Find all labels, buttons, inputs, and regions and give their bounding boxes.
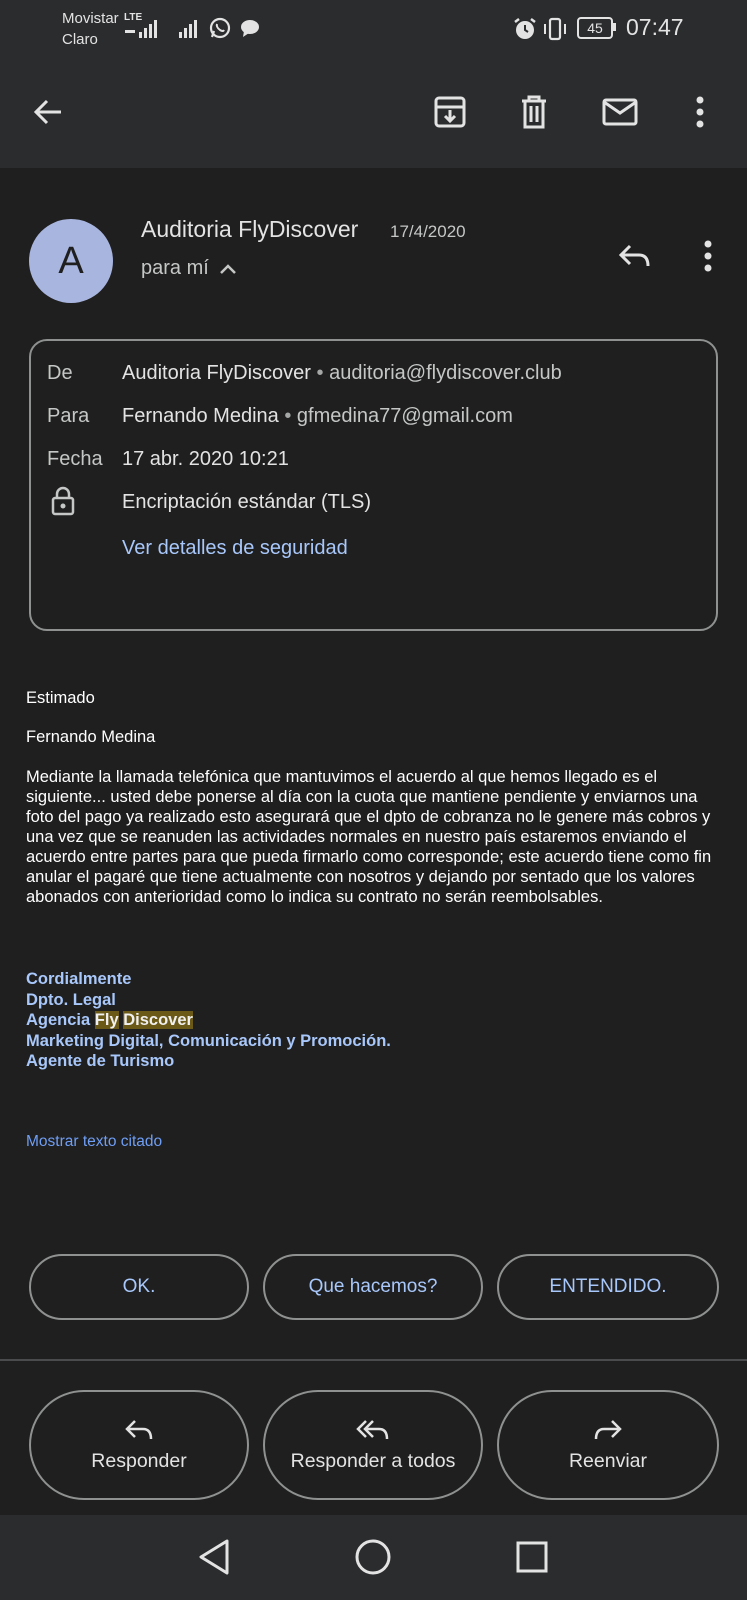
vibrate-icon xyxy=(543,16,567,42)
to-label: Para xyxy=(47,405,90,427)
from-name: Auditoria FlyDiscover xyxy=(122,362,311,384)
to-value: Fernando Medina • gfmedina77@gmail.com xyxy=(122,405,513,428)
message-more-button[interactable] xyxy=(684,232,732,280)
recipient-name: Fernando Medina xyxy=(26,728,156,746)
signal-icon-2 xyxy=(178,16,202,40)
smart-reply-que-hacemos[interactable]: Que hacemos? xyxy=(263,1254,483,1320)
signature-line: Agencia Fly Discover xyxy=(26,1010,391,1031)
reply-icon xyxy=(125,1419,153,1439)
forward-button[interactable]: Reenviar xyxy=(497,1390,719,1500)
signature-line: Marketing Digital, Comunicación y Promoc… xyxy=(26,1031,391,1050)
alarm-icon xyxy=(512,16,538,42)
battery-indicator: 45 xyxy=(577,17,613,39)
separator-dot: • xyxy=(316,362,330,384)
carrier-2: Claro xyxy=(62,31,98,48)
highlight-fly: Fly xyxy=(94,1011,119,1029)
reply-icon xyxy=(618,244,650,267)
recipient-toggle[interactable]: para mí xyxy=(141,257,237,280)
encryption-value: Encriptación estándar (TLS) xyxy=(122,491,372,513)
mark-unread-icon xyxy=(602,98,638,126)
date-label: Fecha xyxy=(47,448,103,470)
smart-reply-entendido[interactable]: ENTENDIDO. xyxy=(497,1254,719,1320)
clock: 07:47 xyxy=(626,14,684,40)
reply-label: Responder xyxy=(91,1449,187,1472)
more-options-button[interactable] xyxy=(676,88,724,136)
delete-button[interactable] xyxy=(510,88,558,136)
from-label: De xyxy=(47,362,73,384)
carrier-1: Movistar xyxy=(62,10,119,27)
status-bar: Movistar Claro LTE 45 07:47 xyxy=(0,0,747,56)
nav-back-button[interactable] xyxy=(190,1533,238,1581)
divider xyxy=(0,1359,747,1361)
whatsapp-icon xyxy=(208,16,232,40)
show-quoted-text-link[interactable]: Mostrar texto citado xyxy=(26,1133,162,1151)
mark-unread-button[interactable] xyxy=(596,88,644,136)
signal-icon xyxy=(125,16,161,40)
top-app-bar xyxy=(0,56,747,168)
delete-icon xyxy=(522,95,546,129)
arrow-left-icon xyxy=(33,99,61,125)
to-name: Fernando Medina xyxy=(122,405,279,427)
forward-label: Reenviar xyxy=(568,1449,648,1472)
from-value: Auditoria FlyDiscover • auditoria@flydis… xyxy=(122,362,562,385)
home-circle-icon xyxy=(355,1539,391,1575)
details-card: De Auditoria FlyDiscover • auditoria@fly… xyxy=(29,339,718,631)
chevron-up-icon xyxy=(219,263,236,274)
highlight-discover: Discover xyxy=(123,1011,193,1029)
back-triangle-icon xyxy=(199,1539,229,1575)
to-email: gfmedina77@gmail.com xyxy=(296,405,513,427)
body-paragraph: Mediante la llamada telefónica que mantu… xyxy=(26,768,712,906)
greeting: Estimado xyxy=(26,689,95,707)
signature-text: Agencia xyxy=(26,1011,95,1029)
nav-home-button[interactable] xyxy=(349,1533,397,1581)
signature: Cordialmente Dpto. Legal Agencia Fly Dis… xyxy=(26,969,391,1072)
archive-button[interactable] xyxy=(426,88,474,136)
date-value: 17 abr. 2020 10:21 xyxy=(122,448,289,470)
reply-button-header[interactable] xyxy=(610,232,658,280)
email-date: 17/4/2020 xyxy=(390,222,466,241)
lock-icon xyxy=(51,486,75,516)
recipient-summary: para mí xyxy=(141,257,209,279)
forward-icon xyxy=(594,1419,622,1439)
nav-recents-button[interactable] xyxy=(508,1533,556,1581)
reply-all-button[interactable]: Responder a todos xyxy=(263,1390,483,1500)
more-vert-icon xyxy=(704,240,712,272)
security-details-link[interactable]: Ver detalles de seguridad xyxy=(122,537,348,560)
reply-button[interactable]: Responder xyxy=(29,1390,249,1500)
signature-line: Cordialmente xyxy=(26,970,132,988)
reply-all-label: Responder a todos xyxy=(290,1449,456,1472)
smart-reply-ok[interactable]: OK. xyxy=(29,1254,249,1320)
avatar[interactable]: A xyxy=(29,219,113,303)
reply-all-icon xyxy=(356,1419,389,1439)
separator-dot: • xyxy=(284,405,297,427)
sender-name: Auditoria FlyDiscover xyxy=(141,216,359,242)
recents-square-icon xyxy=(516,1541,548,1573)
battery-level: 45 xyxy=(587,20,603,36)
chat-bubble-icon xyxy=(238,17,262,39)
signature-line: Dpto. Legal xyxy=(26,990,116,1009)
signature-line: Agente de Turismo xyxy=(26,1052,175,1070)
back-button[interactable] xyxy=(24,88,72,136)
archive-icon xyxy=(434,96,466,128)
battery-tip xyxy=(613,23,616,31)
from-email: auditoria@flydiscover.club xyxy=(329,362,562,384)
system-nav-bar xyxy=(0,1515,747,1600)
more-vert-icon xyxy=(696,96,704,128)
